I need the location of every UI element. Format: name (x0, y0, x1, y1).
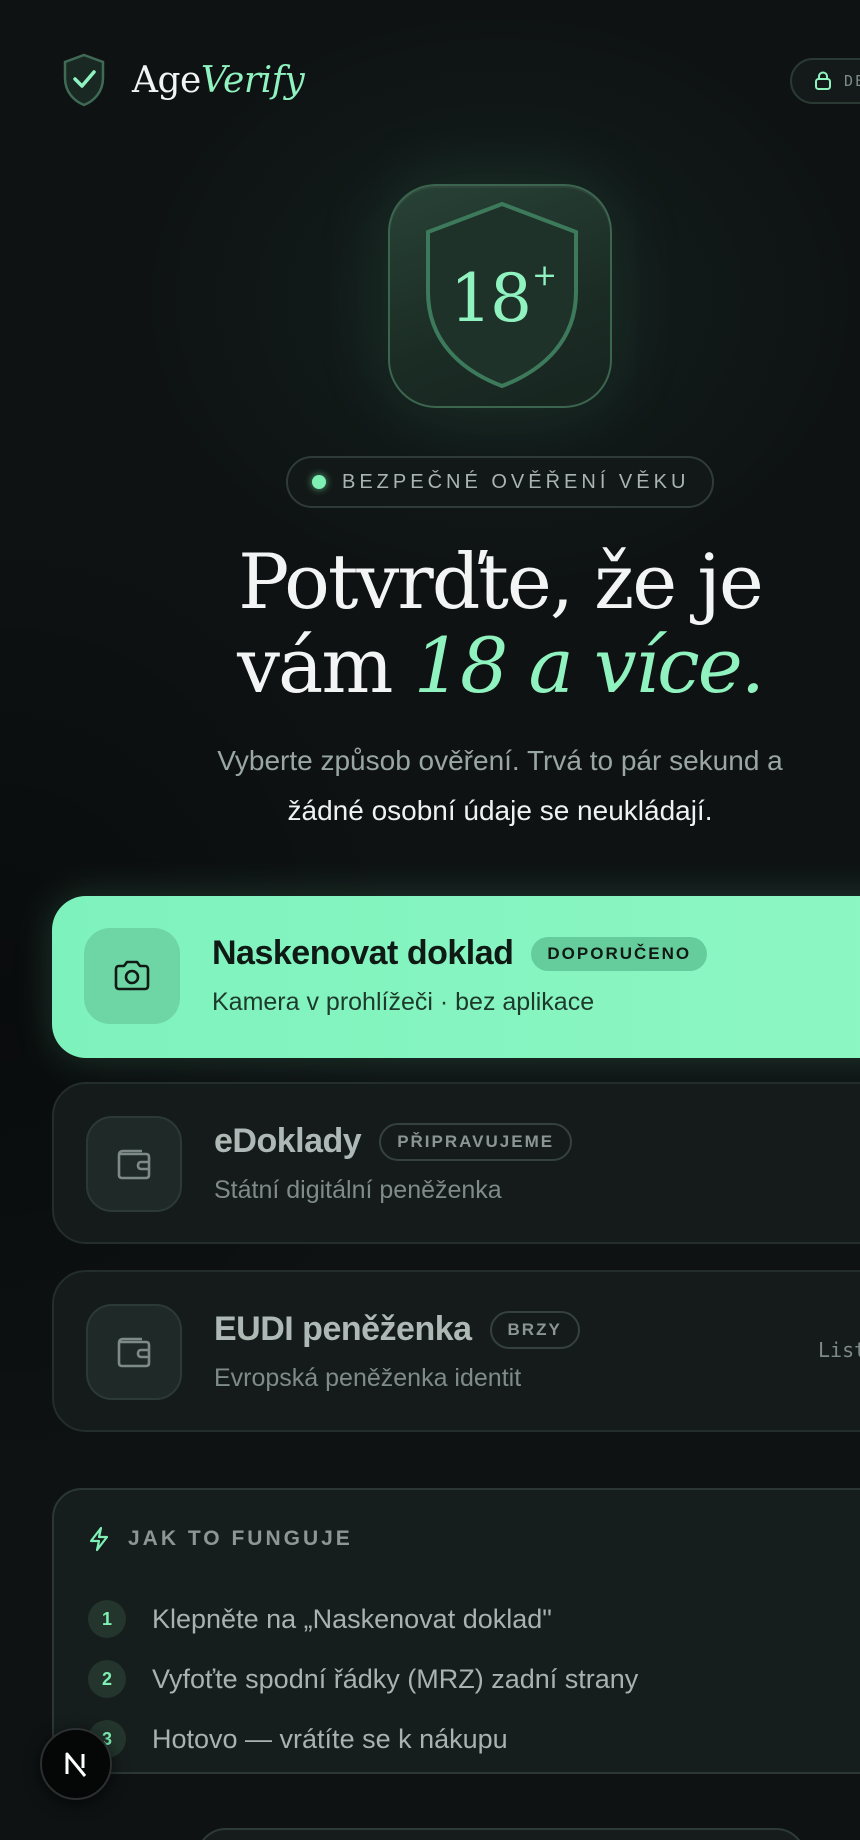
page-subtitle: Vyberte způsob ověření. Trvá to pár seku… (150, 736, 850, 836)
age-badge: 18+ (388, 184, 612, 408)
option-subtitle: Evropská peněženka identit (214, 1364, 522, 1392)
option-title: EUDI peněženka (214, 1310, 472, 1348)
step-item: 3 Hotovo — vrátíte se k nákupu (88, 1720, 508, 1758)
how-it-works-card: JAK TO FUNGUJE 1 Klepněte na „Naskenovat… (52, 1488, 860, 1774)
step-number: 2 (88, 1660, 126, 1698)
option-subtitle: Státní digitální peněženka (214, 1176, 502, 1204)
framework-dev-badge[interactable] (40, 1728, 112, 1800)
step-item: 2 Vyfoťte spodní řádky (MRZ) zadní stran… (88, 1660, 638, 1698)
language-button[interactable]: DE (790, 58, 860, 104)
tag-label: BEZPEČNÉ OVĚŘENÍ VĚKU (342, 470, 690, 493)
preparing-badge: PŘIPRAVUJEME (379, 1122, 573, 1161)
lock-icon (815, 71, 831, 90)
shield-check-icon (63, 53, 105, 107)
lightning-icon (89, 1526, 109, 1552)
camera-icon (114, 960, 150, 991)
secure-verification-tag: BEZPEČNÉ OVĚŘENÍ VĚKU (286, 456, 714, 508)
brand-logo[interactable]: AgeVerify (60, 52, 305, 108)
status-dot (312, 475, 326, 489)
option-scan-document[interactable]: Naskenovat doklad DOPORUČENO Kamera v pr… (52, 896, 860, 1058)
option-title: eDoklady (214, 1122, 362, 1160)
option-title-row: Naskenovat doklad DOPORUČENO (212, 934, 708, 973)
subtitle-line-1: Vyberte způsob ověření. Trvá to pár seku… (217, 745, 783, 776)
step-number: 1 (88, 1600, 126, 1638)
how-it-works-title: JAK TO FUNGUJE (128, 1527, 353, 1550)
subtitle-line-2: žádné osobní údaje se neukládají. (287, 795, 713, 826)
option-icon-box (86, 1116, 182, 1212)
recommended-badge: DOPORUČENO (531, 936, 708, 971)
soon-badge: BRZY (489, 1310, 580, 1349)
title-line-1: Potvrďte, že je (238, 537, 764, 626)
option-subtitle: Kamera v prohlížeči · bez aplikace (212, 988, 595, 1016)
n-logo-icon (65, 1752, 87, 1777)
step-text: Vyfoťte spodní řádky (MRZ) zadní strany (152, 1663, 639, 1694)
option-icon-box (86, 1304, 182, 1400)
language-label: DE (844, 72, 860, 90)
option-eudi-wallet[interactable]: EUDI peněženka BRZY Evropská peněženka i… (52, 1270, 860, 1432)
page-title: Potvrďte, že je vám 18 a více. (130, 540, 860, 708)
wallet-icon (117, 1149, 151, 1180)
option-title-row: EUDI peněženka BRZY (214, 1310, 580, 1349)
wallet-icon (117, 1337, 151, 1368)
title-line-2: vám 18 a více. (237, 621, 765, 710)
option-side-label: List (818, 1338, 860, 1362)
step-text: Hotovo — vrátíte se k nákupu (152, 1723, 508, 1754)
page: AgeVerify DE 18+ BEZPEČNÉ OVĚŘENÍ VĚKU P… (0, 0, 860, 1840)
step-text: Klepněte na „Naskenovat doklad" (152, 1603, 552, 1634)
age-badge-number: 18+ (450, 258, 557, 337)
step-item: 1 Klepněte na „Naskenovat doklad" (88, 1600, 552, 1638)
option-title-row: eDoklady PŘIPRAVUJEME (214, 1122, 573, 1161)
how-it-works-header: JAK TO FUNGUJE (88, 1526, 353, 1552)
brand-name: AgeVerify (132, 59, 305, 101)
option-edoklady[interactable]: eDoklady PŘIPRAVUJEME Státní digitální p… (52, 1082, 860, 1244)
option-icon-box (84, 928, 180, 1024)
option-title: Naskenovat doklad (212, 934, 514, 972)
bottom-action-bar[interactable] (196, 1828, 806, 1840)
